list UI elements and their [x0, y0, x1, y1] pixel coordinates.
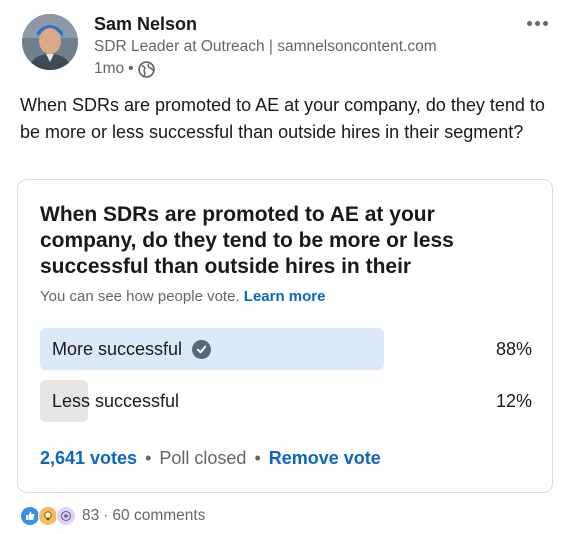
more-options-icon[interactable]	[520, 12, 554, 34]
poll-question: When SDRs are promoted to AE at your com…	[40, 203, 454, 278]
curious-icon	[56, 506, 76, 526]
poll-option-more-successful[interactable]: More successful 88%	[40, 328, 532, 370]
reaction-icons[interactable]	[20, 506, 76, 526]
footer-separator: •	[145, 448, 152, 468]
post-commentary: When SDRs are promoted to AE at your com…	[20, 95, 545, 142]
post-time: 1mo	[94, 60, 125, 77]
poll-option-label: More successful	[52, 339, 183, 359]
remove-vote-button[interactable]: Remove vote	[269, 448, 381, 469]
author-headline: SDR Leader at Outreach | samnelsonconten…	[94, 38, 437, 55]
poll-option-label-row: More successful	[52, 339, 212, 360]
reaction-count[interactable]: 83	[82, 507, 99, 525]
social-separator: ·	[103, 507, 109, 524]
like-icon	[20, 506, 40, 526]
check-circle-icon	[192, 340, 212, 359]
poll-option-less-successful[interactable]: Less successful 12%	[40, 380, 532, 422]
author-name[interactable]: Sam Nelson	[94, 14, 197, 35]
learn-more-link[interactable]: Learn more	[244, 288, 326, 305]
feed-post: Sam Nelson SDR Leader at Outreach | samn…	[0, 0, 568, 534]
social-text: 83 · 60 comments	[82, 507, 205, 525]
poll-footer: 2,641 votes • Poll closed • Remove vote	[40, 448, 381, 469]
footer-separator: •	[254, 448, 261, 468]
social-counts: 83 · 60 comments	[20, 506, 205, 526]
author-avatar[interactable]	[22, 14, 78, 70]
poll-visibility-note: You can see how people vote. Learn more	[40, 288, 325, 305]
meta-separator: •	[128, 60, 134, 77]
avatar-photo	[22, 14, 78, 70]
poll-option-label: Less successful	[52, 391, 180, 411]
poll-card: When SDRs are promoted to AE at your com…	[17, 179, 553, 493]
poll-option-percent: 12%	[495, 391, 532, 411]
poll-option-label-row: Less successful	[52, 391, 179, 412]
comments-count-link[interactable]: 60 comments	[112, 507, 205, 525]
poll-option-percent: 88%	[495, 339, 532, 359]
post-meta: 1mo •	[94, 60, 155, 78]
poll-status: Poll closed	[159, 448, 247, 468]
insightful-icon	[38, 506, 58, 526]
globe-icon	[137, 60, 155, 78]
poll-note-text: You can see how people vote.	[40, 288, 240, 305]
poll-votes-link[interactable]: 2,641 votes	[40, 448, 137, 469]
